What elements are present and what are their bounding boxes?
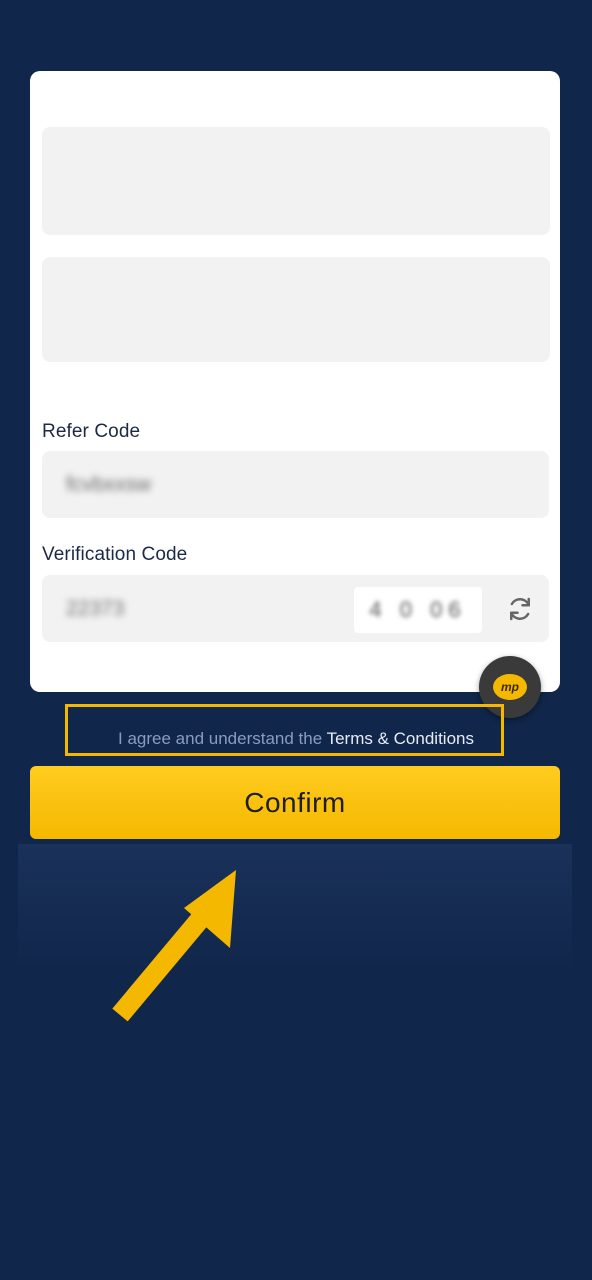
refer-code-value: fcvbxxsw <box>66 472 152 496</box>
verification-code-input[interactable]: 22373 4 0 06 <box>42 575 549 642</box>
terms-link[interactable]: Terms & Conditions <box>327 729 474 748</box>
captcha-text: 4 0 06 <box>369 597 467 622</box>
verification-code-label: Verification Code <box>42 544 188 565</box>
signup-form-card: Refer Code fcvbxxsw Verification Code 22… <box>30 71 560 692</box>
chat-bubble-icon: mp <box>493 674 527 700</box>
blank-input-field[interactable] <box>42 257 550 362</box>
captcha-image: 4 0 06 <box>354 587 482 633</box>
refer-code-label: Refer Code <box>42 421 141 442</box>
verification-code-value: 22373 <box>66 596 125 620</box>
refer-code-input[interactable]: fcvbxxsw <box>42 451 549 518</box>
refresh-icon[interactable] <box>505 594 535 624</box>
blank-input-field[interactable] <box>42 127 550 235</box>
terms-prefix: I agree and understand the <box>118 729 327 748</box>
terms-agreement: I agree and understand the Terms & Condi… <box>0 729 592 749</box>
confirm-button[interactable]: Confirm <box>30 766 560 839</box>
arrow-up-right-icon <box>112 870 236 1022</box>
